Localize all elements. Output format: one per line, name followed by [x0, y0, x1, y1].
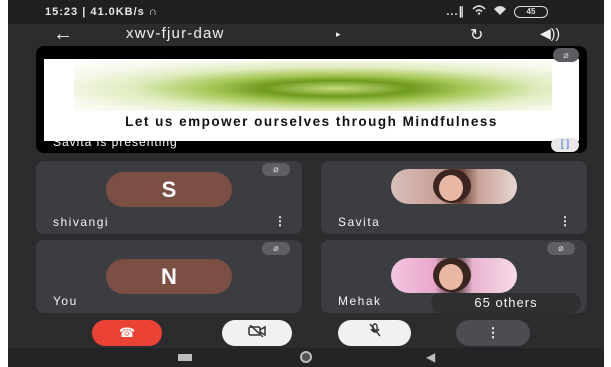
- battery-icon: 45: [514, 5, 548, 18]
- participant-name: shivangi: [53, 215, 110, 229]
- shared-slide: Let us empower ourselves through Mindful…: [44, 59, 579, 141]
- more-vert-icon[interactable]: ⋮: [559, 214, 571, 228]
- participant-name: You: [53, 294, 78, 308]
- phone-hangup-icon: ☎: [118, 325, 136, 340]
- home-icon[interactable]: [300, 351, 312, 363]
- mic-toggle-button[interactable]: [338, 320, 411, 346]
- wifi-icon: [472, 5, 486, 18]
- participant-tile-savita[interactable]: Savita ⋮: [321, 161, 587, 234]
- recent-apps-icon[interactable]: [178, 354, 192, 361]
- others-count-button[interactable]: 65 others: [431, 293, 581, 313]
- meet-app-screen: 15:23 | 41.0KB/s ∩ ...∥ 45 ← xwv-fjur-da…: [8, 0, 604, 367]
- water-ripple-image: [74, 61, 552, 111]
- status-bar: 15:23 | 41.0KB/s ∩ ...∥ 45: [8, 0, 604, 24]
- mic-off-icon: [368, 323, 381, 340]
- slide-text: Let us empower ourselves through Mindful…: [125, 114, 498, 129]
- avatar: S: [106, 172, 232, 207]
- participant-name: Savita: [338, 215, 381, 229]
- muted-mic-icon: ⌀: [262, 163, 290, 176]
- avatar: [391, 169, 517, 204]
- participant-name: Mehak: [338, 294, 382, 308]
- meeting-header: ← xwv-fjur-daw ▸ ↻ ◀)): [8, 23, 604, 46]
- meeting-code[interactable]: xwv-fjur-daw: [126, 25, 225, 42]
- switch-camera-icon[interactable]: ↻: [470, 25, 483, 45]
- avatar-face: [439, 264, 463, 290]
- fullscreen-icon[interactable]: [ ]: [551, 138, 579, 152]
- more-vert-icon: ⋮: [486, 325, 500, 340]
- muted-mic-icon: ⌀: [262, 242, 290, 255]
- more-vert-icon[interactable]: ⋮: [274, 214, 286, 228]
- chevron-right-icon[interactable]: ▸: [336, 29, 341, 40]
- status-time: 15:23 | 41.0KB/s ∩: [45, 6, 158, 18]
- avatar: N: [106, 259, 232, 294]
- speaker-icon[interactable]: ◀)): [540, 25, 560, 42]
- avatar-face: [439, 175, 463, 201]
- participant-tile-shivangi[interactable]: ⌀ S shivangi ⋮: [36, 161, 302, 234]
- camera-off-icon: [248, 324, 266, 340]
- back-triangle-icon[interactable]: ◀: [426, 350, 435, 364]
- participant-tile-you[interactable]: ⌀ N You: [36, 240, 302, 313]
- more-options-button[interactable]: ⋮: [456, 320, 530, 346]
- muted-mic-icon: ⌀: [553, 48, 579, 62]
- wifi-alt-icon: [493, 5, 507, 18]
- signal-icon: ...∥: [446, 6, 465, 18]
- presentation-tile[interactable]: Let us empower ourselves through Mindful…: [36, 46, 587, 153]
- android-nav-bar: ◀: [8, 348, 604, 367]
- presenter-label: Savita is presenting: [53, 135, 178, 149]
- avatar: [391, 258, 517, 293]
- status-icons: ...∥ 45: [446, 5, 548, 18]
- camera-toggle-button[interactable]: [222, 320, 292, 346]
- end-call-button[interactable]: ☎: [92, 320, 162, 346]
- call-controls: ☎ ⋮: [8, 318, 604, 348]
- muted-mic-icon: ⌀: [547, 242, 575, 255]
- back-arrow-icon[interactable]: ←: [53, 23, 73, 46]
